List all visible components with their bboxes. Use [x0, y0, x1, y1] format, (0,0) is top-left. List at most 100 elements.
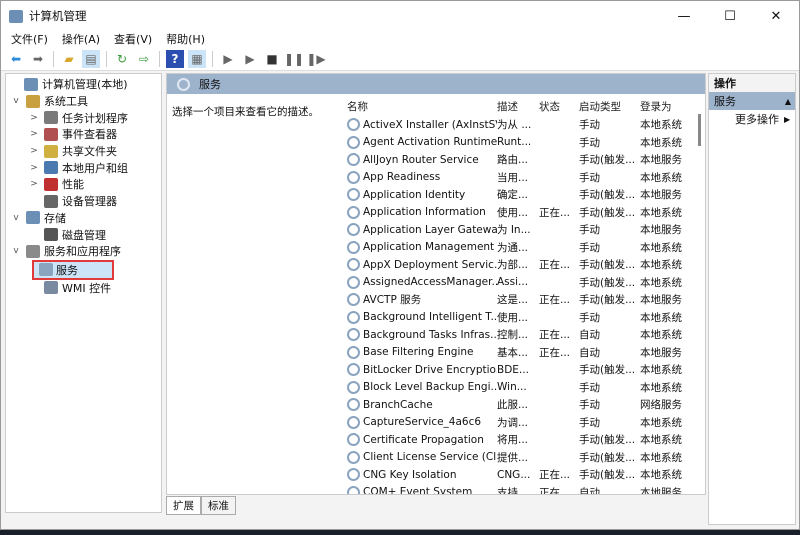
tree-item[interactable]: 设备管理器 — [6, 193, 161, 210]
start-icon[interactable]: ▶ — [219, 50, 237, 68]
tree-item[interactable]: v 系统工具 — [6, 93, 161, 110]
service-row[interactable]: App Readiness 当用... 手动 本地系统 — [347, 169, 697, 187]
tab-standard[interactable]: 标准 — [201, 496, 236, 515]
service-row[interactable]: Base Filtering Engine 基本... 正在... 自动 本地服务 — [347, 344, 697, 362]
help-icon[interactable]: ? — [166, 49, 184, 68]
expander-icon[interactable]: v — [10, 246, 22, 256]
service-row[interactable]: COM+ Event System 支持... 正在... 自动 本地服务 — [347, 484, 697, 494]
service-row[interactable]: CaptureService_4a6c6 为调... 手动 本地系统 — [347, 414, 697, 432]
service-row[interactable]: Certificate Propagation 将用... 手动(触发... 本地系统 — [347, 431, 697, 449]
gear-icon — [347, 188, 360, 202]
service-description: 基本... — [497, 346, 529, 359]
maximize-button[interactable]: ☐ — [707, 9, 753, 24]
minimize-button[interactable]: — — [661, 9, 707, 24]
menu-action[interactable]: 操作(A) — [62, 31, 100, 47]
refresh-icon[interactable]: ↻ — [113, 50, 131, 68]
gear-icon — [347, 415, 360, 429]
more-actions[interactable]: 更多操作 ▶ — [709, 110, 795, 128]
expander-icon[interactable]: v — [10, 213, 22, 223]
column-status[interactable]: 状态 — [539, 99, 579, 114]
service-row[interactable]: Client License Service (Cli... 提供... 手动(触发… — [347, 449, 697, 467]
menu-help[interactable]: 帮助(H) — [166, 31, 205, 47]
actions-section[interactable]: 服务 ▲ — [709, 92, 795, 110]
service-row[interactable]: ActiveX Installer (AxInstSV) 为从 ... 手动 本地系统 — [347, 116, 697, 134]
service-log-on-as: 本地系统 — [640, 276, 682, 289]
start-alt-icon[interactable]: ▶ — [241, 50, 259, 68]
expander-icon[interactable]: > — [28, 179, 40, 189]
column-log-on-as[interactable]: 登录为 — [640, 99, 695, 114]
expander-icon[interactable]: > — [28, 146, 40, 156]
properties-icon[interactable]: ▦ — [188, 49, 206, 68]
tree-item-icon — [26, 211, 40, 225]
service-row[interactable]: Background Intelligent T... 使用... 手动 本地系统 — [347, 309, 697, 327]
tree-item[interactable]: v 服务和应用程序 — [6, 243, 161, 260]
tree-item-label: 共享文件夹 — [62, 145, 117, 159]
export-icon[interactable]: ⇨ — [135, 50, 153, 68]
service-startup-type: 手动 — [579, 416, 600, 429]
tree-item[interactable]: 计算机管理(本地) — [6, 76, 161, 93]
tree-item[interactable]: > 任务计划程序 — [6, 109, 161, 126]
service-description: 为从 ... — [497, 119, 532, 132]
gear-icon — [347, 118, 360, 132]
menu-view[interactable]: 查看(V) — [114, 31, 152, 47]
service-row[interactable]: Application Identity 确定... 手动(触发... 本地服务 — [347, 186, 697, 204]
tree-item[interactable]: WMI 控件 — [6, 280, 161, 297]
service-startup-type: 自动 — [579, 329, 600, 342]
gear-icon — [347, 240, 360, 254]
column-name[interactable]: 名称 — [347, 99, 497, 114]
tree-item-icon — [24, 77, 38, 91]
service-startup-type: 手动 — [579, 311, 600, 324]
service-row[interactable]: AllJoyn Router Service 路由... 手动(触发... 本地服务 — [347, 151, 697, 169]
service-row[interactable]: AVCTP 服务 这是... 正在... 手动(触发... 本地服务 — [347, 291, 697, 309]
description-text: 选择一个项目来查看它的描述。 — [172, 106, 319, 118]
tree-item[interactable]: 磁盘管理 — [6, 226, 161, 243]
window-title: 计算机管理 — [29, 9, 87, 23]
collapse-icon[interactable]: ▲ — [785, 97, 791, 106]
service-row[interactable]: Application Information 使用... 正在... 手动(触发..… — [347, 204, 697, 222]
tree-item[interactable]: > 本地用户和组 — [6, 159, 161, 176]
tree-item[interactable]: > 事件查看器 — [6, 126, 161, 143]
tree-item[interactable]: > 性能 — [6, 176, 161, 193]
service-row[interactable]: Application Layer Gatewa... 为 In... 手动 本地服务 — [347, 221, 697, 239]
service-name: AllJoyn Router Service — [347, 153, 497, 167]
column-startup-type[interactable]: 启动类型 — [579, 99, 640, 114]
service-status: 正在... — [539, 346, 571, 359]
service-name: CaptureService_4a6c6 — [347, 415, 497, 429]
tree-item[interactable]: v 存储 — [6, 210, 161, 227]
more-actions-label: 更多操作 — [735, 113, 779, 126]
column-description[interactable]: 描述 — [497, 99, 539, 114]
show-hide-tree-icon[interactable]: ▤ — [82, 49, 100, 68]
service-row[interactable]: Background Tasks Infras... 控制... 正在... 自动 本地… — [347, 326, 697, 344]
tree-item[interactable]: 服务 — [32, 259, 114, 280]
back-icon[interactable]: ⬅ — [7, 50, 25, 68]
service-row[interactable]: AppX Deployment Servic... 为部... 正在... 手动(触发… — [347, 256, 697, 274]
service-row[interactable]: Block Level Backup Engi... Win... 手动 本地系统 — [347, 379, 697, 397]
service-row[interactable]: CNG Key Isolation CNG... 正在... 手动(触发... 本地系统 — [347, 466, 697, 484]
service-name: ActiveX Installer (AxInstSV) — [347, 118, 497, 132]
expander-icon[interactable]: > — [28, 113, 40, 123]
service-row[interactable]: Agent Activation Runtime... Runt... 手动 本地系统 — [347, 134, 697, 152]
vertical-scrollbar[interactable] — [698, 114, 701, 146]
service-row[interactable]: Application Management 为通... 手动 本地系统 — [347, 239, 697, 257]
close-button[interactable]: ✕ — [753, 9, 799, 24]
gear-icon — [347, 328, 360, 342]
stop-icon[interactable]: ■ — [263, 50, 281, 68]
pause-icon[interactable]: ❚❚ — [284, 50, 304, 68]
menu-file[interactable]: 文件(F) — [11, 31, 48, 47]
service-status: 正在... — [539, 469, 571, 482]
gear-icon — [347, 345, 360, 359]
service-row[interactable]: BitLocker Drive Encryptio... BDE... 手动(触发.… — [347, 361, 697, 379]
service-row[interactable]: BranchCache 此服... 手动 网络服务 — [347, 396, 697, 414]
service-startup-type: 自动 — [579, 346, 600, 359]
forward-icon[interactable]: ➡ — [29, 50, 47, 68]
resume-icon[interactable]: ❚▶ — [306, 50, 325, 68]
expander-icon[interactable]: > — [28, 163, 40, 173]
expander-icon[interactable]: v — [10, 96, 22, 106]
up-folder-icon[interactable]: ▰ — [60, 50, 78, 68]
tab-extended[interactable]: 扩展 — [166, 496, 201, 515]
tree-item-icon — [39, 263, 53, 277]
expander-icon[interactable]: > — [28, 129, 40, 139]
service-row[interactable]: AssignedAccessManager... Assi... 手动(触发... 本… — [347, 274, 697, 292]
tree-item[interactable]: > 共享文件夹 — [6, 143, 161, 160]
service-description: 提供... — [497, 451, 529, 464]
